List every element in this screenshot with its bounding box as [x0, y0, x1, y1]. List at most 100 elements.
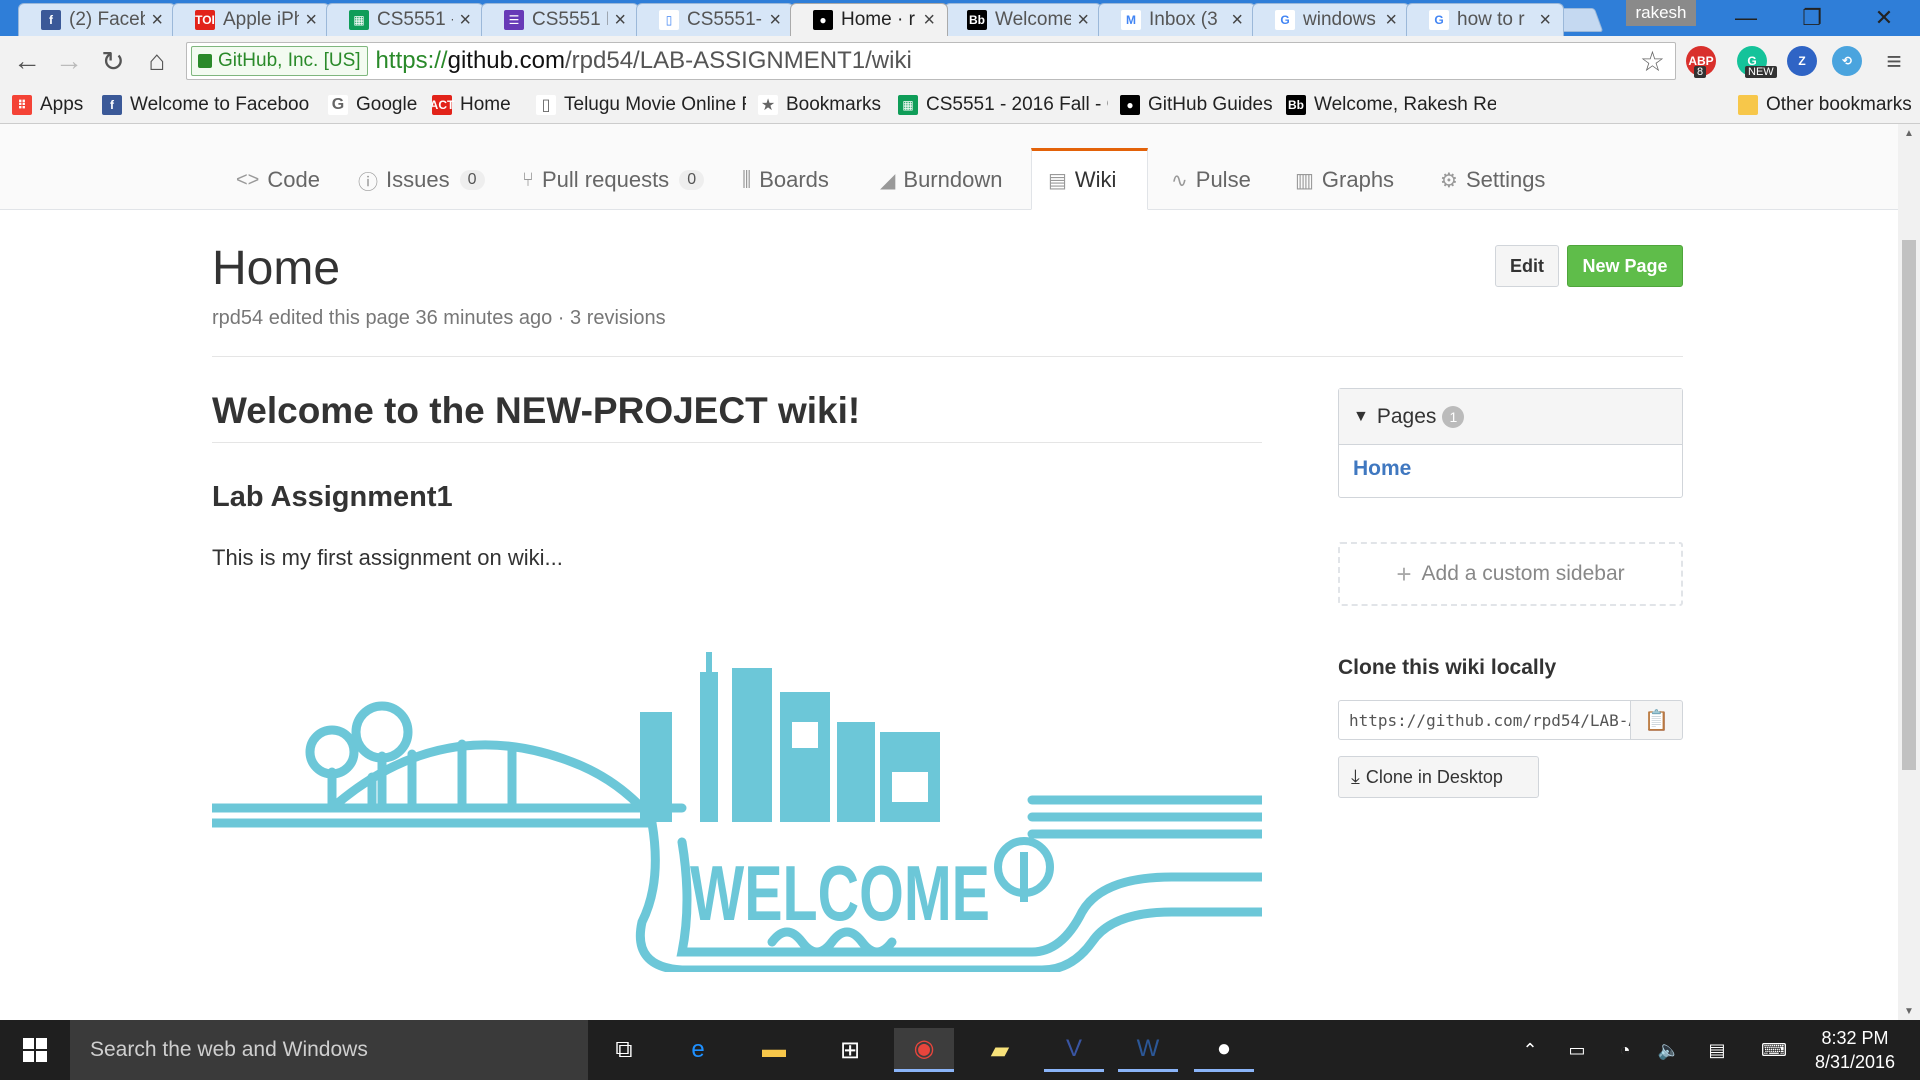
scroll-down-icon[interactable]: ▼: [1898, 1002, 1920, 1020]
close-window-icon[interactable]: ✕: [1856, 0, 1912, 36]
tab-burndown[interactable]: ◢ Burndown: [864, 150, 1018, 210]
zotero-icon[interactable]: Z: [1787, 46, 1817, 76]
clone-url-input[interactable]: https://github.com/rpd54/LAB-ASSIGNMENT1…: [1338, 700, 1631, 740]
tab-pull-requests[interactable]: ⑂ Pull requests 0: [506, 150, 720, 210]
browser-tab[interactable]: ● Home · r ×: [790, 3, 948, 36]
action-center-icon[interactable]: ▤: [1700, 1038, 1734, 1062]
bookmark-item[interactable]: ACT Home: [432, 92, 528, 118]
github-desktop-icon[interactable]: ●: [1194, 1028, 1254, 1072]
scrollbar-thumb[interactable]: [1902, 240, 1916, 770]
bookmarks-bar: Other bookmarks ⠿ Apps f Welcome to Faceboo…: [0, 86, 1920, 124]
sticky-notes-icon[interactable]: ▰: [970, 1028, 1030, 1072]
home-icon[interactable]: ⌂: [140, 44, 174, 78]
bookmark-item[interactable]: ★ Bookmarks: [758, 92, 888, 118]
forward-icon[interactable]: →: [52, 44, 86, 78]
keyboard-icon[interactable]: ⌨: [1754, 1038, 1794, 1062]
new-page-button[interactable]: New Page: [1567, 245, 1683, 287]
edge-icon[interactable]: e: [668, 1028, 728, 1072]
close-tab-icon[interactable]: ×: [151, 9, 163, 32]
scroll-up-icon[interactable]: ▲: [1898, 124, 1920, 142]
file-explorer-icon[interactable]: ▬: [744, 1028, 804, 1072]
tab-issues[interactable]: ⓘ Issues 0: [342, 150, 501, 210]
restore-icon[interactable]: ❐: [1784, 0, 1840, 36]
volume-icon[interactable]: 🔈: [1652, 1038, 1686, 1062]
store-icon[interactable]: ⊞: [820, 1028, 880, 1072]
bookmark-star-icon[interactable]: ☆: [1640, 45, 1665, 78]
page-scrollbar[interactable]: ▲ ▼: [1898, 124, 1920, 1020]
reload-icon[interactable]: ↻: [96, 44, 130, 78]
battery-icon[interactable]: ▭: [1560, 1038, 1594, 1062]
bookmark-item[interactable]: ▯ Telugu Movie Online F: [536, 92, 746, 118]
start-button[interactable]: [0, 1020, 70, 1080]
close-tab-icon[interactable]: ×: [1385, 9, 1397, 32]
close-tab-icon[interactable]: ×: [614, 9, 626, 32]
bookmark-item[interactable]: ⠿ Apps: [12, 92, 96, 118]
welcome-word: WELCOME: [690, 849, 990, 937]
github-icon: ●: [813, 10, 833, 30]
divider: [212, 442, 1262, 443]
back-icon[interactable]: ←: [10, 44, 44, 78]
bookmark-item[interactable]: f Welcome to Faceboo: [102, 92, 314, 118]
wiki-edit-meta[interactable]: rpd54 edited this page 36 minutes ago · …: [212, 307, 666, 330]
clock[interactable]: 8:32 PM 8/31/2016: [1810, 1026, 1900, 1074]
toi-icon: TOI: [195, 10, 215, 30]
tab-code[interactable]: <> Code: [220, 150, 336, 210]
browser-tab[interactable]: ▦ CS5551 - ×: [326, 3, 484, 36]
url-text[interactable]: https://github.com/rpd54/LAB-ASSIGNMENT1…: [376, 47, 912, 75]
sync-icon[interactable]: ⟲: [1832, 46, 1862, 76]
tab-graphs[interactable]: ▥ Graphs: [1279, 150, 1410, 210]
chevron-up-icon[interactable]: ⌃: [1516, 1038, 1544, 1062]
visio-icon[interactable]: V: [1044, 1028, 1104, 1072]
taskbar-search[interactable]: Search the web and Windows: [70, 1020, 588, 1080]
browser-tab[interactable]: Bb Welcome ×: [944, 3, 1102, 36]
google-icon: G: [328, 95, 348, 115]
wifi-icon[interactable]: ◔: [1608, 1038, 1642, 1062]
tab-pulse[interactable]: ∿ Pulse: [1155, 150, 1267, 210]
browser-tab[interactable]: ☰ CS5551 L ×: [481, 3, 639, 36]
close-tab-icon[interactable]: ×: [923, 9, 935, 32]
chrome-menu-icon[interactable]: ≡: [1877, 44, 1911, 78]
windows-logo-icon: [23, 1038, 47, 1062]
page-link-home[interactable]: Home: [1339, 445, 1682, 493]
other-bookmarks[interactable]: Other bookmarks: [1738, 92, 1912, 118]
minimize-icon[interactable]: —: [1718, 0, 1774, 36]
close-tab-icon[interactable]: ×: [305, 9, 317, 32]
github-icon: ●: [1120, 95, 1140, 115]
code-icon: <>: [236, 168, 260, 191]
close-tab-icon[interactable]: ×: [459, 9, 471, 32]
tab-boards[interactable]: ⫼ Boards: [726, 150, 845, 210]
address-bar[interactable]: GitHub, Inc. [US] https://github.com/rpd…: [186, 42, 1676, 80]
profile-button[interactable]: rakesh: [1626, 0, 1696, 26]
blackboard-icon: Bb: [967, 10, 987, 30]
browser-tab[interactable]: Ghow to r ×: [1406, 3, 1564, 36]
boards-icon: ⫼: [742, 168, 752, 191]
bookmark-item[interactable]: Bb Welcome, Rakesh Red: [1286, 92, 1496, 118]
tab-settings[interactable]: ⚙ Settings: [1424, 150, 1561, 210]
repo-nav: <> Code ⓘ Issues 0 ⑂ Pull requests 0 ⫼ Boards ◢ Bur…: [0, 124, 1898, 210]
word-icon[interactable]: W: [1118, 1028, 1178, 1072]
ev-certificate-badge[interactable]: GitHub, Inc. [US]: [191, 46, 368, 76]
close-tab-icon[interactable]: ×: [1077, 9, 1089, 32]
document-icon: ▯: [536, 95, 556, 115]
pages-header[interactable]: ▼ Pages 1: [1339, 389, 1682, 445]
browser-tab[interactable]: M Inbox (3 ×: [1098, 3, 1256, 36]
edit-button[interactable]: Edit: [1495, 245, 1559, 287]
bookmark-item[interactable]: G Google: [328, 92, 424, 118]
task-view-icon[interactable]: ⧉: [594, 1028, 654, 1072]
divider: [212, 356, 1683, 357]
close-tab-icon[interactable]: ×: [1231, 9, 1243, 32]
browser-tab[interactable]: TOI Apple iPh ×: [172, 3, 330, 36]
clipboard-icon[interactable]: 📋: [1630, 700, 1683, 740]
tab-wiki[interactable]: ▤ Wiki: [1031, 148, 1148, 210]
bookmark-item[interactable]: ● GitHub Guides: [1120, 92, 1280, 118]
graph-icon: ▥: [1295, 169, 1314, 192]
browser-tab[interactable]: f (2) Faceb ×: [18, 3, 176, 36]
chrome-icon[interactable]: ◉: [894, 1028, 954, 1072]
clone-in-desktop-button[interactable]: ⤓ Clone in Desktop: [1338, 756, 1539, 798]
browser-tab[interactable]: ▯ CS5551-l ×: [636, 3, 794, 36]
add-custom-sidebar[interactable]: + Add a custom sidebar: [1338, 542, 1683, 606]
close-tab-icon[interactable]: ×: [1539, 9, 1551, 32]
browser-tab[interactable]: Gwindows ×: [1252, 3, 1410, 36]
bookmark-item[interactable]: ▦ CS5551 - 2016 Fall - G: [898, 92, 1108, 118]
close-tab-icon[interactable]: ×: [769, 9, 781, 32]
